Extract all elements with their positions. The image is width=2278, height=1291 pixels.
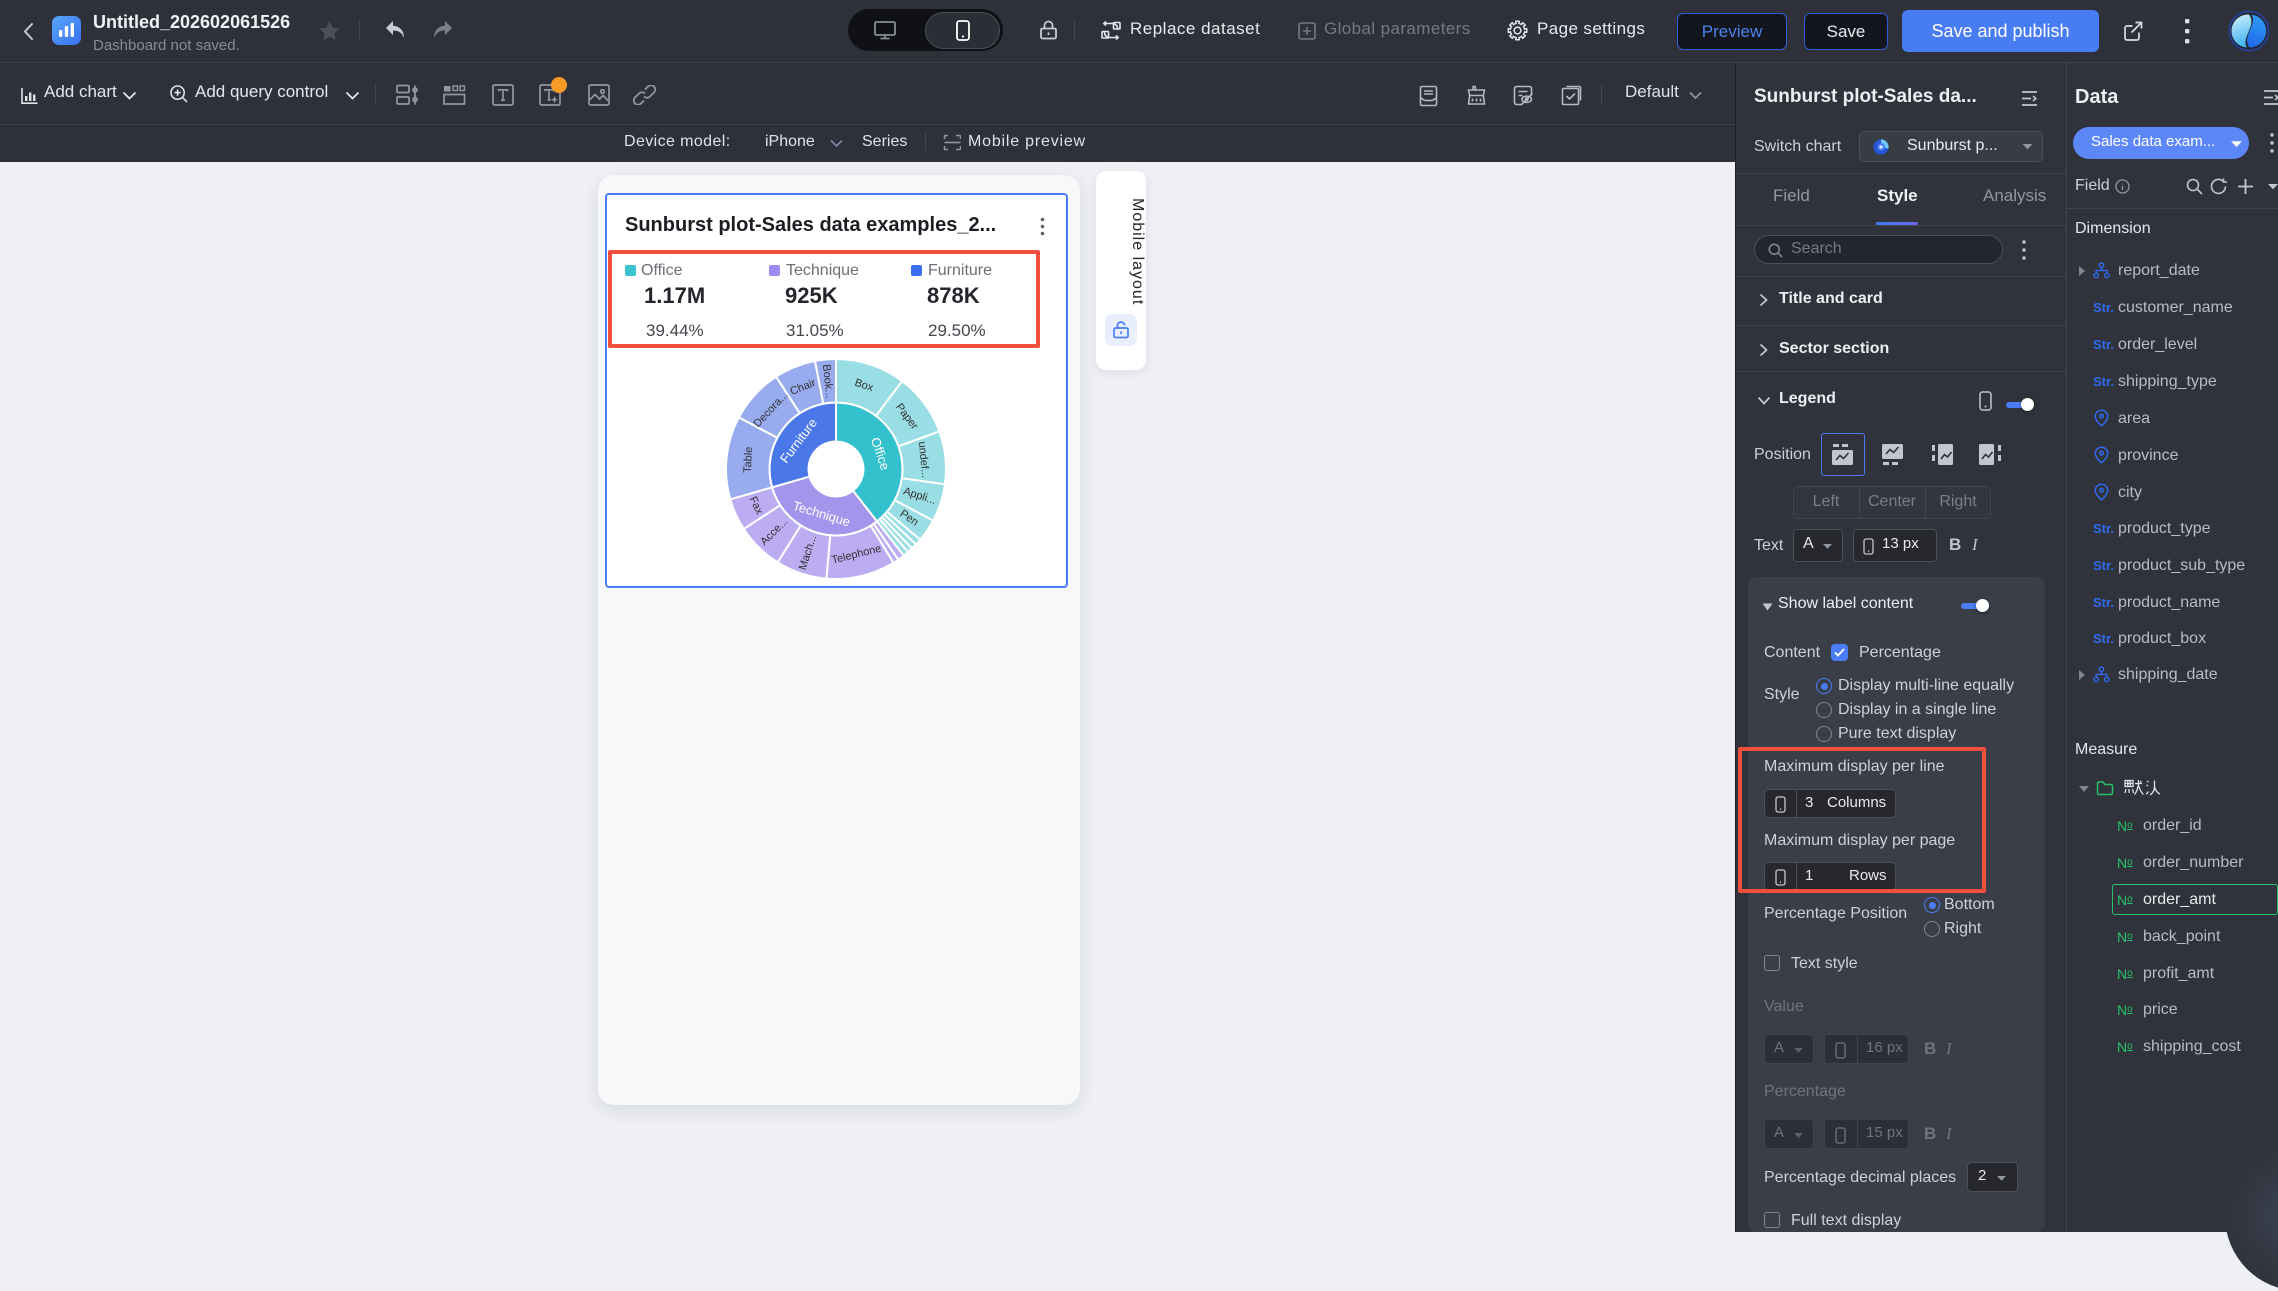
svg-text:Table: Table [742, 446, 755, 473]
